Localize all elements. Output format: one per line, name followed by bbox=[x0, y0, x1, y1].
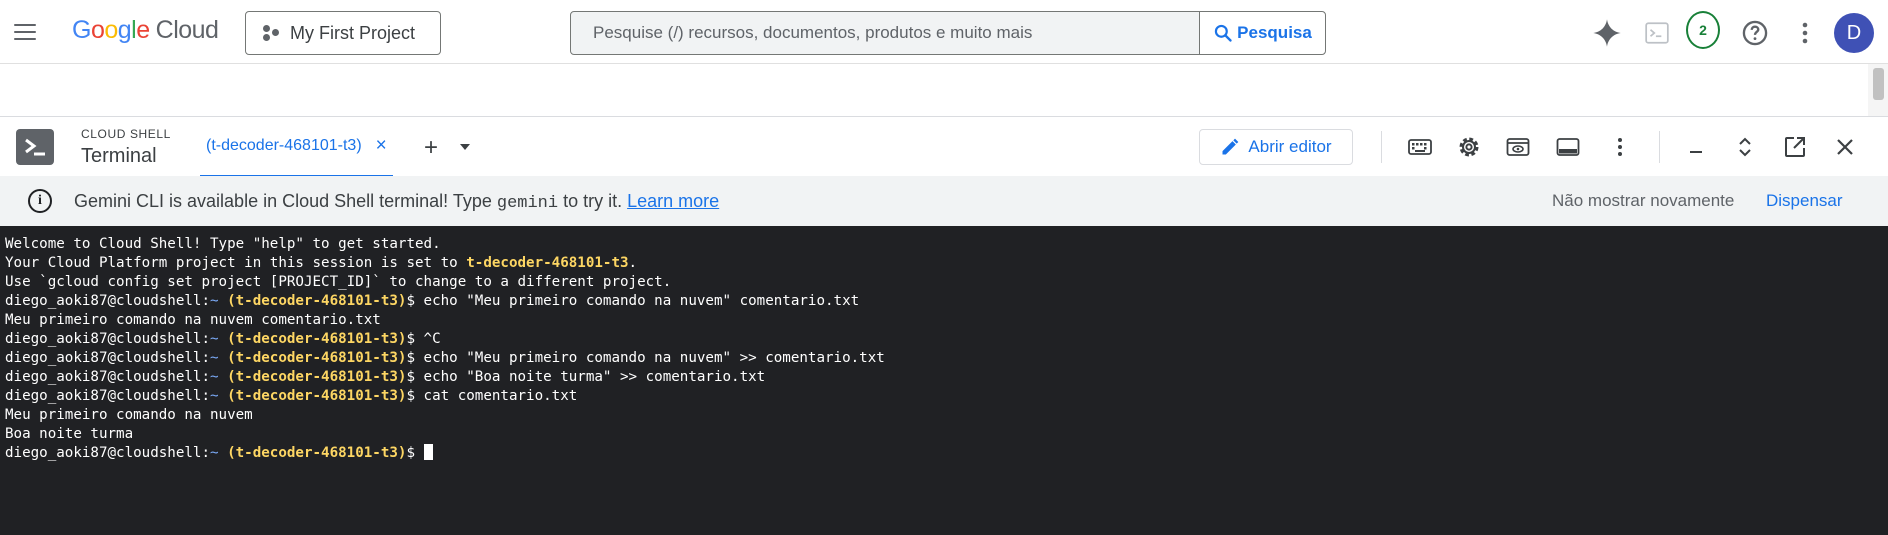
layout-panel-icon[interactable] bbox=[1553, 132, 1583, 162]
terminal-cursor bbox=[423, 444, 433, 460]
open-editor-button[interactable]: Abrir editor bbox=[1199, 129, 1353, 165]
minimize-icon[interactable] bbox=[1681, 132, 1711, 162]
banner-code: gemini bbox=[496, 194, 559, 213]
terminal-line: Use `gcloud config set project [PROJECT_… bbox=[5, 274, 672, 290]
learn-more-link[interactable]: Learn more bbox=[627, 191, 719, 211]
open-editor-label: Abrir editor bbox=[1248, 137, 1332, 156]
terminal-line: diego_aoki87@cloudshell:~ (t-decoder-468… bbox=[5, 369, 766, 385]
project-name: My First Project bbox=[290, 22, 416, 43]
terminal-output[interactable]: Welcome to Cloud Shell! Type "help" to g… bbox=[0, 226, 1888, 535]
settings-gear-icon[interactable] bbox=[1454, 132, 1484, 162]
web-preview-icon[interactable] bbox=[1503, 132, 1533, 162]
maximize-restore-icon[interactable] bbox=[1730, 132, 1760, 162]
close-shell-icon[interactable] bbox=[1830, 132, 1860, 162]
shell-more-options-icon[interactable] bbox=[1605, 132, 1635, 162]
cloud-shell-icon bbox=[16, 129, 54, 165]
cloud-shell-header: CLOUD SHELL Terminal (t-decoder-468101-t… bbox=[0, 116, 1888, 177]
gemini-info-banner: i Gemini CLI is available in Cloud Shell… bbox=[0, 176, 1888, 226]
terminal-line: Boa noite turma bbox=[5, 426, 134, 442]
cloud-shell-terminal-icon[interactable] bbox=[1640, 16, 1674, 50]
more-options-icon[interactable] bbox=[1788, 16, 1822, 50]
keyboard-icon[interactable] bbox=[1405, 132, 1435, 162]
info-icon: i bbox=[28, 189, 52, 213]
search-input[interactable] bbox=[571, 12, 1199, 54]
dont-show-again-button[interactable]: Não mostrar novamente bbox=[1552, 191, 1734, 211]
cloud-shell-title: Terminal bbox=[81, 145, 157, 167]
toolbar-divider bbox=[1659, 131, 1660, 163]
terminal-line: Your Cloud Platform project in this sess… bbox=[5, 255, 638, 271]
help-icon[interactable] bbox=[1738, 16, 1772, 50]
terminal-line: diego_aoki87@cloudshell:~ (t-decoder-468… bbox=[5, 293, 860, 309]
top-bar: GoogleCloud My First Project Pesquisa 2 bbox=[0, 0, 1888, 64]
open-new-window-icon[interactable] bbox=[1780, 132, 1810, 162]
pencil-icon bbox=[1222, 138, 1239, 155]
terminal-line: diego_aoki87@cloudshell:~ (t-decoder-468… bbox=[5, 444, 1888, 463]
tab-dropdown-icon[interactable] bbox=[460, 144, 470, 150]
search-icon bbox=[1215, 24, 1232, 42]
google-cloud-logo[interactable]: Google Cloud bbox=[72, 16, 219, 45]
page-scrollbar-thumb[interactable] bbox=[1873, 68, 1884, 100]
terminal-line: Welcome to Cloud Shell! Type "help" to g… bbox=[5, 236, 441, 252]
hamburger-menu-icon[interactable] bbox=[14, 18, 42, 46]
tab-terminal-session[interactable]: (t-decoder-468101-t3) × bbox=[200, 136, 393, 177]
terminal-line: diego_aoki87@cloudshell:~ (t-decoder-468… bbox=[5, 350, 885, 366]
search-bar: Pesquisa bbox=[570, 11, 1326, 55]
notifications-badge[interactable]: 2 bbox=[1686, 11, 1720, 49]
cloud-console-page: GoogleCloud My First Project Pesquisa 2 bbox=[0, 0, 1888, 535]
search-button-label: Pesquisa bbox=[1237, 23, 1312, 42]
search-button[interactable]: Pesquisa bbox=[1199, 12, 1325, 54]
project-icon bbox=[262, 24, 280, 42]
cloud-shell-subtitle: CLOUD SHELL bbox=[81, 127, 171, 141]
add-tab-icon[interactable]: + bbox=[424, 136, 438, 160]
gemini-sparkle-icon[interactable] bbox=[1590, 16, 1624, 50]
tab-label: (t-decoder-468101-t3) bbox=[206, 137, 362, 154]
terminal-line: Meu primeiro comando na nuvem bbox=[5, 407, 253, 423]
account-avatar[interactable]: D bbox=[1834, 13, 1874, 53]
tab-close-icon[interactable]: × bbox=[376, 136, 387, 155]
terminal-line: diego_aoki87@cloudshell:~ (t-decoder-468… bbox=[5, 331, 441, 347]
banner-message: Gemini CLI is available in Cloud Shell t… bbox=[74, 191, 720, 213]
project-selector-button[interactable]: My First Project bbox=[245, 11, 441, 55]
terminal-line: diego_aoki87@cloudshell:~ (t-decoder-468… bbox=[5, 388, 578, 404]
dismiss-button[interactable]: Dispensar bbox=[1766, 191, 1843, 211]
terminal-line: Meu primeiro comando na nuvem comentario… bbox=[5, 312, 381, 328]
toolbar-divider bbox=[1381, 131, 1382, 163]
